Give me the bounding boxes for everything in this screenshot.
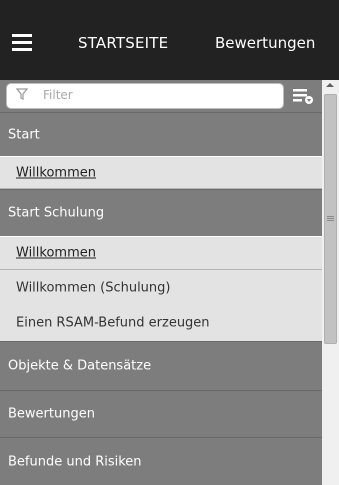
section-label: Bewertungen [8,406,95,422]
hamburger-icon[interactable] [12,34,32,51]
filter-row [0,80,322,112]
menu-item-rsam-befund[interactable]: Einen RSAM-Befund erzeugen [0,305,322,341]
menu-item-label: Willkommen [16,245,96,261]
menu-item-willkommen[interactable]: Willkommen [0,156,322,189]
list-options-icon[interactable] [291,86,315,106]
sidebar-scrollbar[interactable] [322,80,339,485]
grip-line [327,220,334,221]
menu-item-label: Willkommen [16,165,96,180]
nav-bewertungen[interactable]: Bewertungen [215,34,315,52]
section-label: Objekte & Datensätze [8,358,152,374]
filter-input[interactable] [43,85,273,105]
section-objekte-datensaetze[interactable]: Objekte & Datensätze [0,341,322,390]
menu-item-willkommen-schulung-section[interactable]: Willkommen [0,236,322,270]
grip-line [327,218,334,219]
nav-startseite[interactable]: STARTSEITE [78,34,168,52]
section-start-schulung[interactable]: Start Schulung [0,189,322,236]
section-start[interactable]: Start [0,112,322,156]
section-label: Befunde und Risiken [8,454,142,469]
section-bewertungen[interactable]: Bewertungen [0,390,322,437]
grip-line [327,216,334,217]
section-label: Start [8,127,40,142]
section-label: Start Schulung [8,205,105,221]
top-header: STARTSEITE Bewertungen [0,0,339,80]
section-befunde-risiken[interactable]: Befunde und Risiken [0,437,322,485]
menu-item-label: Einen RSAM-Befund erzeugen [16,315,210,331]
scroll-thumb[interactable] [324,94,337,344]
filter-box[interactable] [6,83,284,109]
menu-item-willkommen-schulung[interactable]: Willkommen (Schulung) [0,270,322,305]
filter-funnel-icon [16,88,28,100]
menu-item-label: Willkommen (Schulung) [16,280,171,295]
scroll-up-arrow-icon[interactable] [326,83,334,87]
navigation-sidebar: Start Willkommen Start Schulung Willkomm… [0,80,322,485]
